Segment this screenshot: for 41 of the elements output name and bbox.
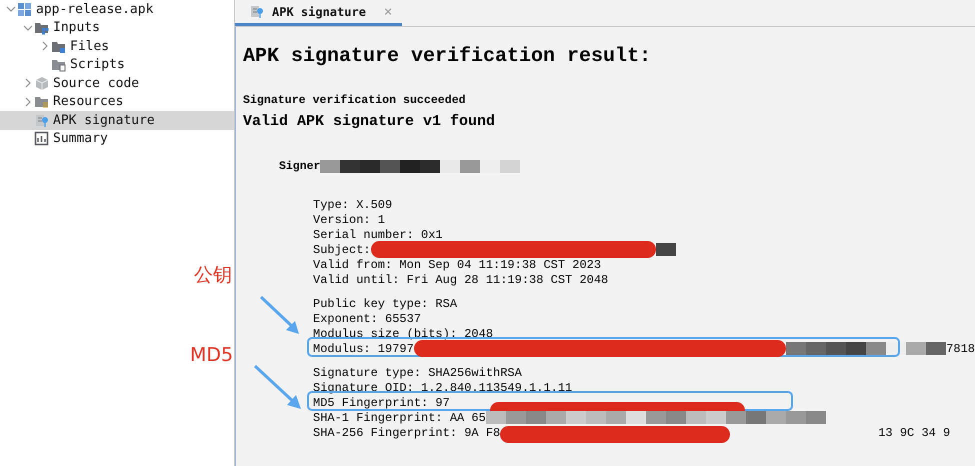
- cube-icon: [34, 76, 49, 90]
- detail-text: 13 9C 34 9: [878, 426, 950, 440]
- detail-text: 7818: [946, 342, 975, 356]
- editor-tab[interactable]: APK signature ×: [235, 0, 402, 26]
- page-heading: APK signature verification result:: [243, 45, 652, 68]
- detail-text: Version: 1: [313, 212, 386, 226]
- detail-text: Valid until: Fri Aug 28 11:19:38 CST 2048: [313, 272, 608, 286]
- detail-text: Valid from: Mon Sep 04 11:19:38 CST 2023: [313, 258, 602, 272]
- tree-item[interactable]: Summary: [0, 129, 234, 148]
- detail-text: SHA-1 Fingerprint: AA 65: [313, 410, 486, 424]
- document-key-icon: [34, 112, 49, 128]
- detail-text: Modulus size (bits): 2048: [313, 326, 494, 340]
- detail-text: Type: X.509: [313, 198, 392, 212]
- detail-text: Exponent: 65537: [313, 312, 422, 326]
- status-text: Signature verification succeeded: [243, 94, 467, 107]
- annotation-arrow: [258, 294, 302, 336]
- detail-text: Subject:: [313, 242, 371, 256]
- annotation-label: 公钥: [194, 263, 232, 288]
- tree-item[interactable]: Source code: [0, 74, 234, 92]
- document-key-icon: [249, 4, 264, 19]
- grid-icon: [17, 2, 32, 16]
- section-heading: Valid APK signature v1 found: [243, 113, 496, 130]
- folder-icon: [34, 94, 49, 109]
- folder-icon: [51, 57, 66, 72]
- tree-item[interactable]: Files: [0, 36, 234, 56]
- folder-icon: [34, 20, 49, 35]
- tree-item[interactable]: Inputs: [0, 18, 234, 37]
- detail-text: Signature type: SHA256withRSA: [313, 366, 522, 380]
- detail-text: Serial number: 0x1: [313, 228, 443, 242]
- tree-item[interactable]: Scripts: [0, 55, 234, 74]
- signer-label: Signer: [279, 160, 320, 173]
- annotation-label: MD5: [190, 344, 234, 366]
- detail-text: Public key type: RSA: [313, 296, 458, 310]
- chart-icon: [34, 131, 49, 146]
- detail-text: MD5 Fingerprint: 97: [313, 396, 450, 410]
- tree-item[interactable]: app-release.apk: [0, 0, 234, 18]
- detail-text: Modulus: 19797: [313, 342, 414, 356]
- detail-text: Signature OID: 1.2.840.113549.1.1.11: [313, 380, 572, 394]
- detail-text: SHA-256 Fingerprint: 9A F8: [313, 426, 500, 440]
- tree-item[interactable]: APK signature: [0, 110, 234, 130]
- tree-item[interactable]: Resources: [0, 92, 234, 111]
